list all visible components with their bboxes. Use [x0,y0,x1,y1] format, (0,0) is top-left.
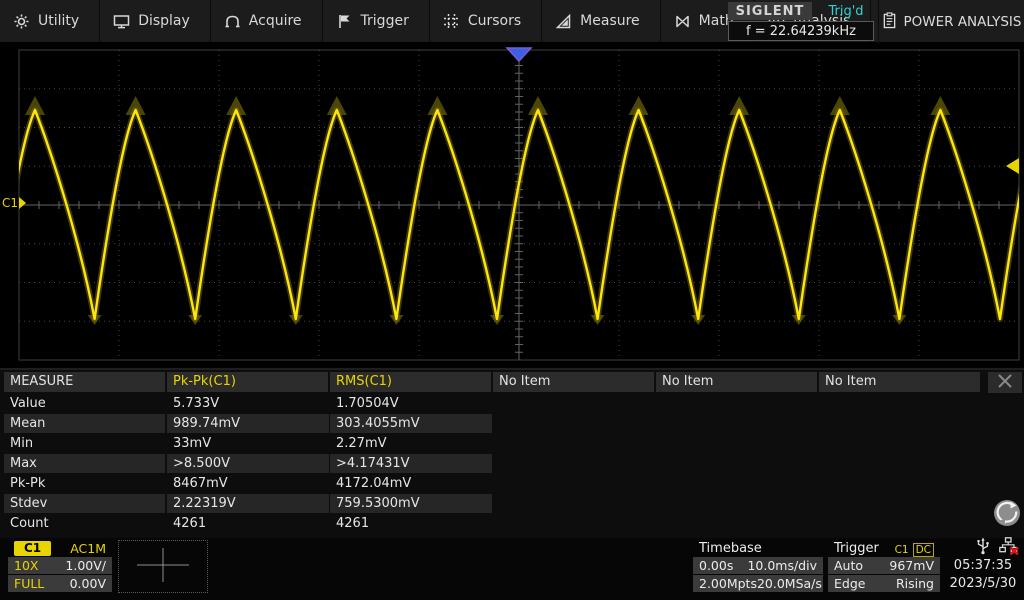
menu-item-utility[interactable]: Utility [0,0,101,42]
measure-value: 1.70504V [336,396,399,411]
lan-disconnected-icon [999,536,1019,559]
trigger-source: C1 [894,543,909,556]
measure-row-label: Stdev [4,494,165,513]
measure-value: 8467mV [173,476,228,491]
menu-item-display[interactable]: Display [100,0,211,42]
menu-item-label: Acquire [248,13,302,29]
waveform-display[interactable]: C1 [0,44,1024,368]
trigger-mode: Auto [834,558,864,573]
channel1-descriptor[interactable]: C1 AC1M 10X 1.00V/ FULL 0.00V [8,540,112,593]
timebase-scale: 10.0ms/div [747,558,817,573]
measure-header-pk-pk-c1-[interactable]: Pk-Pk(C1) [167,372,328,392]
channel1-probe: 10X [14,558,39,573]
trigger-slope: Rising [895,576,934,591]
menu-item-power-analysis[interactable]: POWER ANALYSIS [878,0,1024,44]
channel1-badge[interactable]: C1 [14,540,52,556]
timebase-memory: 2.00Mpts [699,576,757,591]
measure-value: 2.22319V [167,494,329,513]
measure-value: 33mV [173,436,212,451]
cursor-grid-icon [443,13,460,30]
arch-icon [224,13,241,30]
timebase-delay: 0.00s [699,558,734,573]
measure-value: 4261 [173,516,207,531]
measure-row-label: Max [4,454,165,473]
timebase-label: Timebase [699,540,762,556]
measure-header-measure[interactable]: MEASURE [4,372,165,392]
usb-icon [975,537,991,559]
measure-row-label: Pk-Pk [10,476,46,491]
clock-time: 05:37:35 [953,558,1013,573]
empty-channel-slot[interactable] [118,540,208,593]
measure-value: 989.74mV [167,414,329,433]
measure-value: 5.733V [173,396,220,411]
knob-icon[interactable] [992,498,1022,528]
bowtie-icon [674,13,691,30]
bottom-status-bar: C1 AC1M 10X 1.00V/ FULL 0.00V Timebase 0… [0,536,1024,600]
measure-value: >8.500V [167,454,329,473]
close-measure-button[interactable] [988,372,1022,393]
monitor-icon [113,13,130,30]
menu-item-measure[interactable]: Measure [542,0,661,42]
channel1-offset: 0.00V [69,576,106,591]
power-analysis-label: POWER ANALYSIS [903,14,1022,30]
gear-icon [13,13,30,30]
channel1-scale: 1.00V/ [65,558,106,573]
measure-header-empty-3[interactable]: No Item [493,372,654,392]
timebase-sample-rate: 20.0MSa/s [756,576,822,591]
brand-logo: SIGLENT [728,2,812,20]
menu-bar: Utility Display Acquire Trigger Cursors Measu… [0,0,1024,44]
measure-value: 759.5300mV [330,494,492,513]
trigger-status-badge: Trig'd [828,3,864,19]
channel1-trace [19,96,1019,325]
measure-row-label: Count [10,516,49,531]
close-icon [997,373,1013,392]
crosshair-icon [133,545,193,589]
menu-item-acquire[interactable]: Acquire [211,0,323,42]
trigger-type: Edge [834,576,866,591]
measure-value: 4261 [336,516,370,531]
menu-item-label: Cursors [467,13,522,29]
set-square-icon [555,13,572,30]
measure-value: 2.27mV [336,436,387,451]
scope-graticule: C1 [2,47,1020,361]
menu-item-cursors[interactable]: Cursors [430,0,543,42]
trigger-level: 967mV [889,558,934,573]
trigger-descriptor[interactable]: Trigger C1 DC Auto 967mV Edge Rising [828,540,940,593]
measure-header-empty-4[interactable]: No Item [656,372,817,392]
oscilloscope-screen: Utility Display Acquire Trigger Cursors Measu… [0,0,1024,600]
flag-icon [336,13,353,30]
measure-row-label: Min [10,436,34,451]
measure-value: 303.4055mV [330,414,492,433]
timebase-descriptor[interactable]: Timebase 0.00s 10.0ms/div 2.00Mpts 20.0M… [693,540,823,593]
logo-block: SIGLENT Trig'd f = 22.64239kHz [726,0,876,44]
menu-item-label: Display [138,13,190,29]
channel1-zero-marker[interactable]: C1 [2,196,26,210]
measure-header-rms-c1-[interactable]: RMS(C1) [330,372,491,392]
menu-item-label: Utility [38,13,80,29]
trigger-position-marker[interactable] [505,47,533,63]
measure-row-label: Value [10,396,46,411]
channel1-bandwidth: FULL [14,576,45,591]
menu-item-trigger[interactable]: Trigger [323,0,430,42]
clipboard-icon [882,11,897,33]
trigger-level-marker[interactable] [1006,158,1019,174]
menu-item-label: Trigger [360,13,409,29]
menu-item-label: Measure [580,13,640,29]
trigger-coupling: DC [912,542,934,557]
trigger-label: Trigger [834,540,879,556]
measure-row-label: Mean [4,414,165,433]
system-status: 05:37:35 2023/5/30 [945,536,1021,593]
measure-value: 4172.04mV [336,476,412,491]
trigger-frequency-readout: f = 22.64239kHz [728,21,874,41]
svg-text:C1: C1 [2,196,18,210]
clock-date: 2023/5/30 [949,576,1017,591]
measure-value: >4.17431V [330,454,492,473]
channel1-coupling: AC1M [70,540,106,556]
measure-header-empty-5[interactable]: No Item [819,372,980,392]
measure-panel: MEASURE Pk-Pk(C1) RMS(C1) No Item No Item No … [0,368,1024,538]
